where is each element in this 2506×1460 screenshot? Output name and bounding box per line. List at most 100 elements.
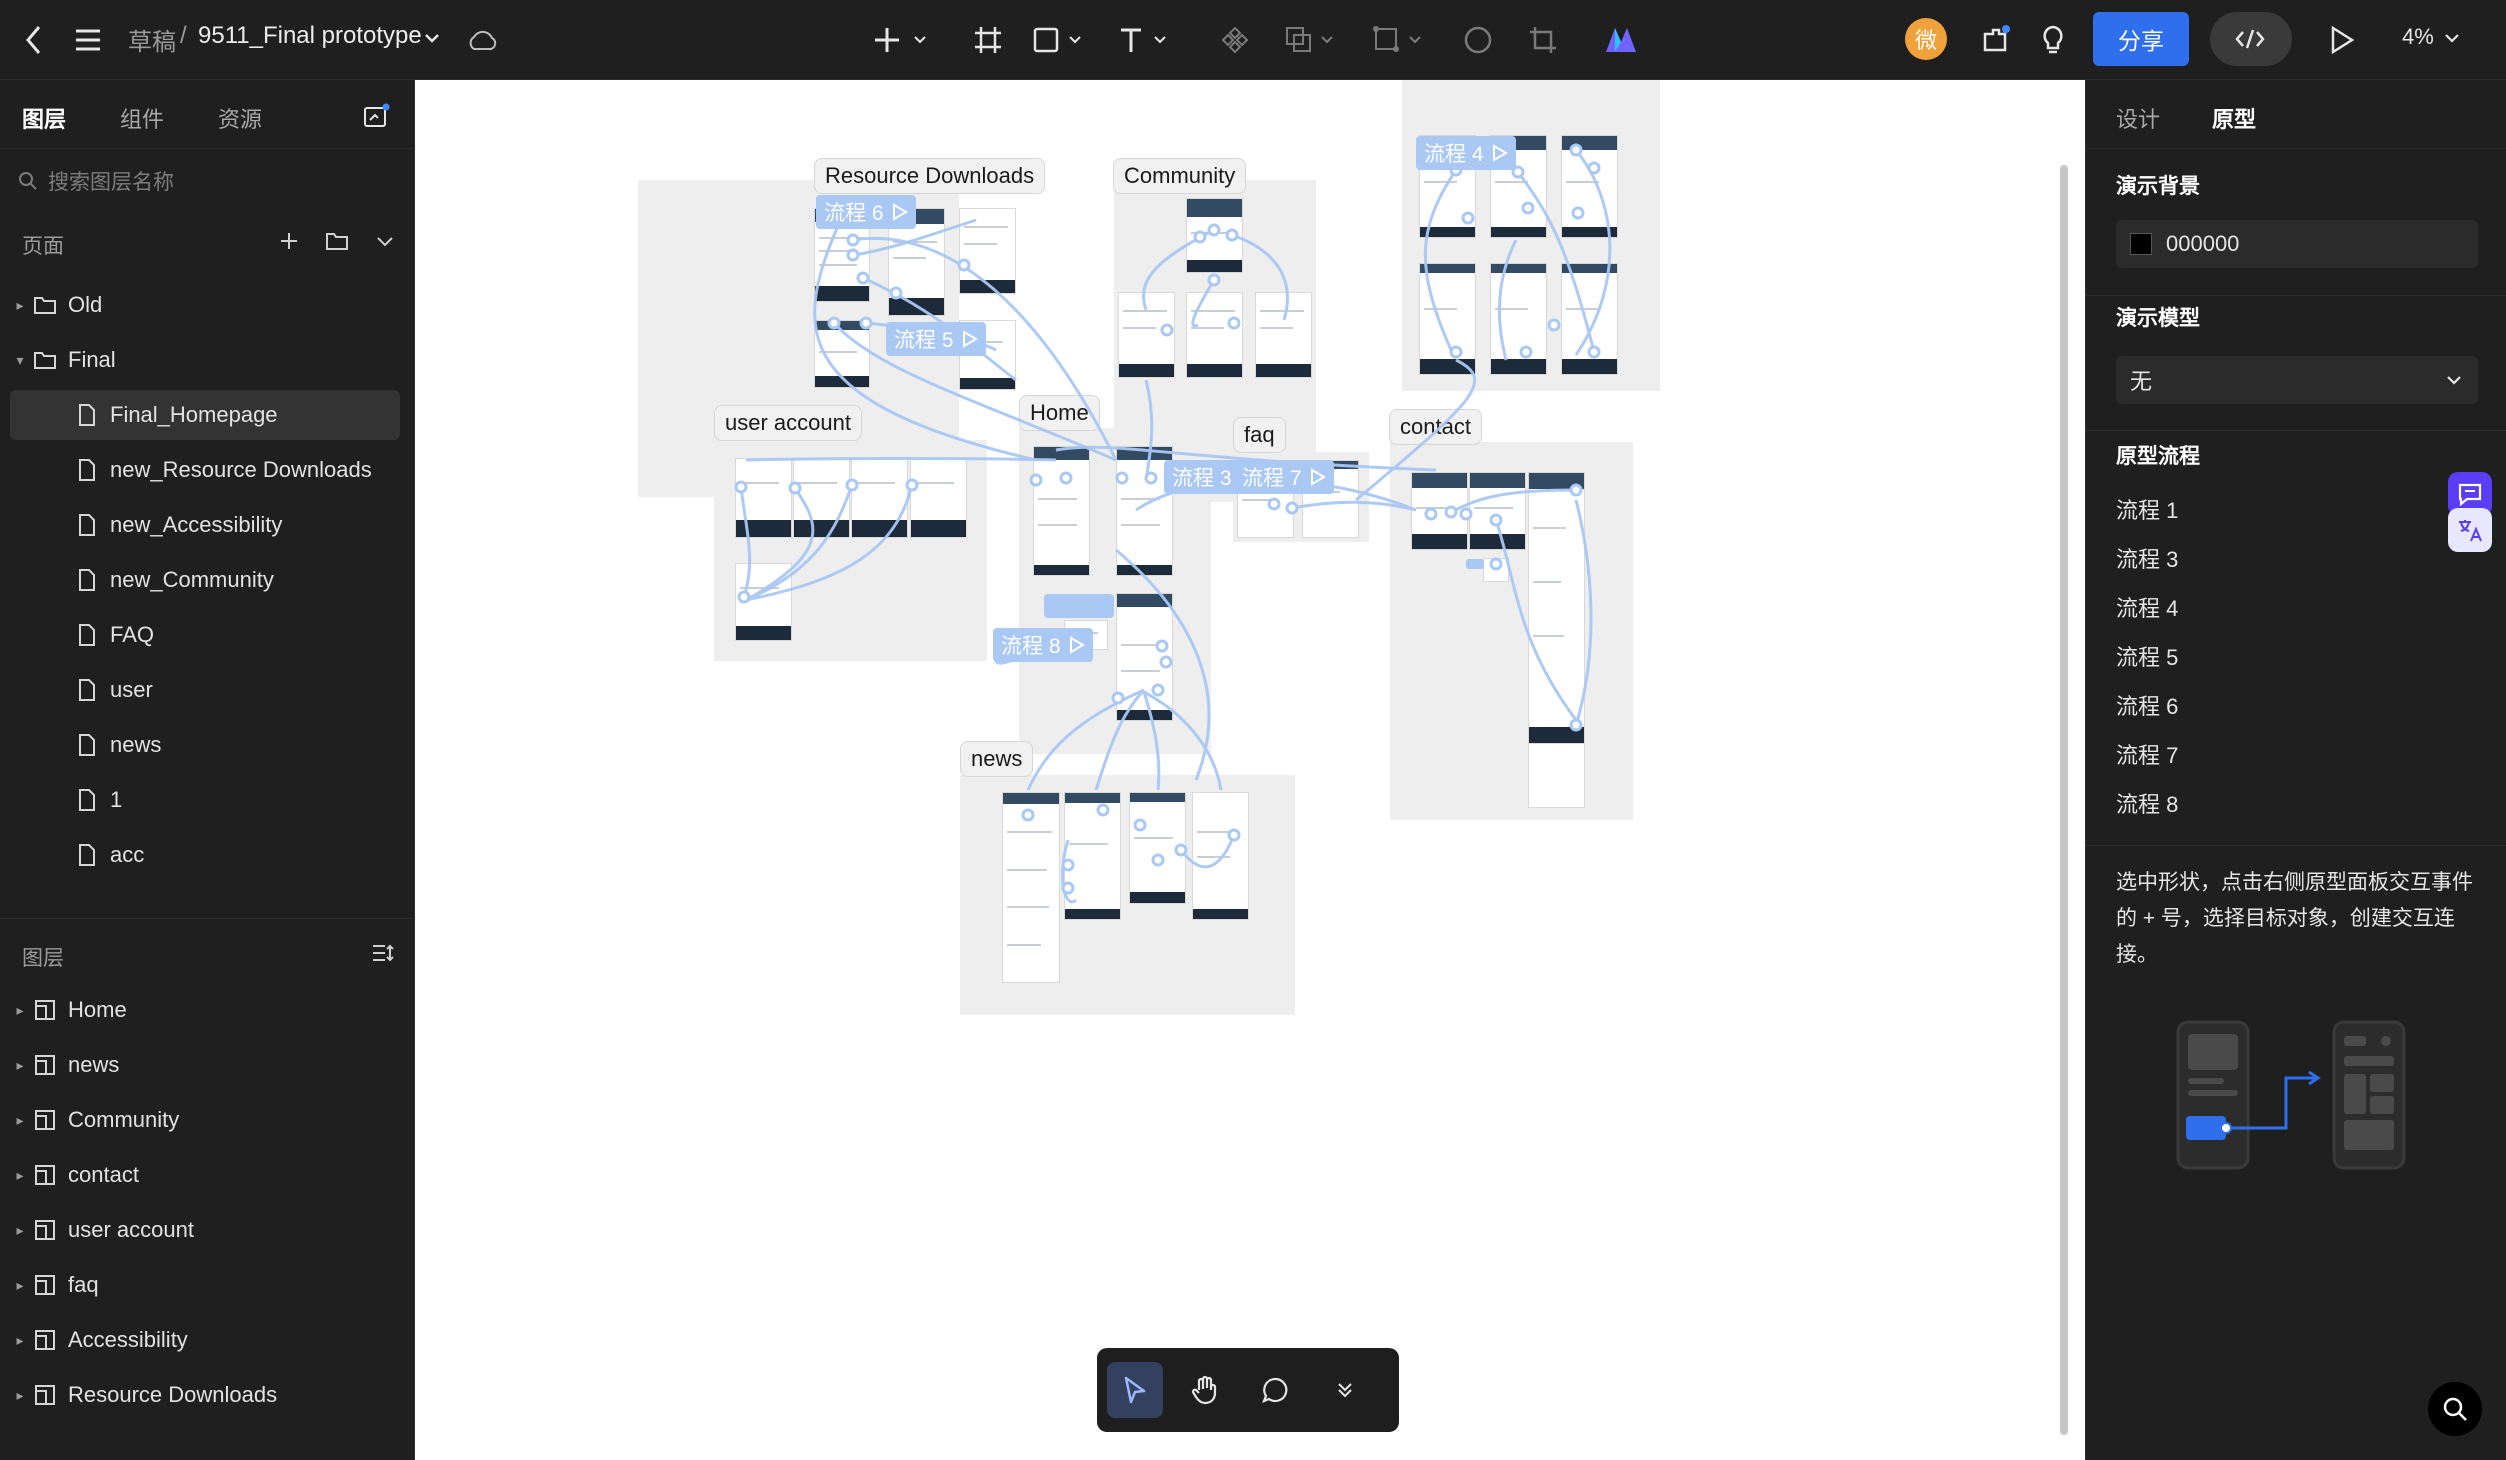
layer-search-input[interactable]: 搜索图层名称 xyxy=(18,162,398,200)
layer-home[interactable]: ▸ Home xyxy=(10,985,400,1035)
tab-design[interactable]: 设计 xyxy=(2116,102,2160,134)
flow-tag[interactable]: 流程 5 xyxy=(886,322,986,356)
dev-mode-toggle[interactable] xyxy=(2210,12,2292,66)
crop-tool-icon[interactable] xyxy=(1523,20,1563,60)
edit-board-icon[interactable] xyxy=(358,100,394,132)
layers-section-title: 图层 xyxy=(22,947,64,970)
caret-right-icon[interactable]: ▸ xyxy=(10,1387,30,1404)
component-tool-icon[interactable] xyxy=(1215,20,1255,60)
design-canvas[interactable]: Resource Downloads Community user accoun… xyxy=(416,80,2085,1460)
search-fab-button[interactable] xyxy=(2428,1382,2482,1436)
ai-logo-icon[interactable] xyxy=(1601,20,1641,60)
page-folder-old[interactable]: ▸ Old xyxy=(10,280,400,330)
flow-tag-collapsed[interactable] xyxy=(1044,594,1114,618)
page-label: FAQ xyxy=(110,622,155,647)
cursor-arrow-icon xyxy=(1124,1376,1146,1404)
right-panel: 设计 原型 演示背景 000000 演示模型 无 原型流程 流程 1 流程 3 … xyxy=(2085,80,2506,1460)
play-outline-icon[interactable] xyxy=(1492,144,1508,162)
chevron-down-icon[interactable] xyxy=(420,26,444,50)
layer-resource-downloads[interactable]: ▸ Resource Downloads xyxy=(10,1370,400,1420)
zoom-level[interactable]: 4% xyxy=(2402,24,2434,50)
tab-components[interactable]: 组件 xyxy=(120,102,164,134)
page-final-homepage[interactable]: Final_Homepage xyxy=(10,390,400,440)
flow-item[interactable]: 流程 8 xyxy=(2116,787,2178,819)
comment-bubble-icon xyxy=(1262,1377,1288,1403)
vertical-scrollbar[interactable] xyxy=(2060,165,2068,1435)
caret-right-icon[interactable]: ▸ xyxy=(10,297,30,314)
share-button[interactable]: 分享 xyxy=(2093,12,2189,66)
breadcrumb-root[interactable]: 草稿 xyxy=(128,22,176,57)
flow-item[interactable]: 流程 3 xyxy=(2116,542,2178,574)
insert-tool-button[interactable] xyxy=(868,20,938,60)
add-page-icon[interactable] xyxy=(274,226,304,256)
flow-tag[interactable]: 流程 6 xyxy=(816,195,916,229)
page-new-community[interactable]: new_Community xyxy=(10,555,400,605)
play-outline-icon[interactable] xyxy=(1069,636,1085,654)
layer-accessibility[interactable]: ▸ Accessibility xyxy=(10,1315,400,1365)
page-acc[interactable]: acc xyxy=(10,830,400,880)
comment-tool-button[interactable] xyxy=(1247,1362,1303,1418)
hand-tool-button[interactable] xyxy=(1177,1362,1233,1418)
flow-item[interactable]: 流程 6 xyxy=(2116,689,2178,721)
caret-right-icon[interactable]: ▸ xyxy=(10,1112,30,1129)
caret-right-icon[interactable]: ▸ xyxy=(10,1277,30,1294)
caret-right-icon[interactable]: ▸ xyxy=(10,1167,30,1184)
layer-contact[interactable]: ▸ contact xyxy=(10,1150,400,1200)
play-outline-icon[interactable] xyxy=(962,330,978,348)
caret-right-icon[interactable]: ▸ xyxy=(10,1057,30,1074)
mask-tool-button[interactable] xyxy=(1370,20,1430,60)
page-new-resource-downloads[interactable]: new_Resource Downloads xyxy=(10,445,400,495)
move-tool-button[interactable] xyxy=(1107,1362,1163,1418)
avatar[interactable]: 微 xyxy=(1905,18,1947,60)
flow-item[interactable]: 流程 5 xyxy=(2116,640,2178,672)
back-icon[interactable] xyxy=(14,20,54,60)
boolean-tool-button[interactable] xyxy=(1282,20,1342,60)
new-folder-icon[interactable] xyxy=(322,226,352,256)
zoom-chevron-down-icon[interactable] xyxy=(2442,28,2462,48)
caret-right-icon[interactable]: ▸ xyxy=(10,1002,30,1019)
layer-community[interactable]: ▸ Community xyxy=(10,1095,400,1145)
folder-icon xyxy=(30,293,60,317)
presentation-model-select[interactable]: 无 xyxy=(2116,356,2478,404)
page-news[interactable]: news xyxy=(10,720,400,770)
flow-tag[interactable]: 流程 8 xyxy=(993,628,1093,662)
flow-tag[interactable]: 流程 7 xyxy=(1234,460,1334,494)
left-panel: 图层 组件 资源 搜索图层名称 页面 ▸ Old ▾ Final Final_H… xyxy=(0,80,415,1460)
flow-item[interactable]: 流程 1 xyxy=(2116,493,2178,525)
file-name[interactable]: 9511_Final prototype xyxy=(198,22,422,50)
page-faq[interactable]: FAQ xyxy=(10,610,400,660)
play-outline-icon[interactable] xyxy=(892,203,908,221)
play-outline-icon[interactable] xyxy=(1310,468,1326,486)
color-swatch[interactable] xyxy=(2130,233,2152,255)
bg-color-value[interactable]: 000000 xyxy=(2166,231,2239,257)
tab-prototype[interactable]: 原型 xyxy=(2212,102,2256,134)
lightbulb-icon[interactable] xyxy=(2033,20,2073,60)
text-tool-button[interactable] xyxy=(1115,20,1175,60)
caret-right-icon[interactable]: ▸ xyxy=(10,1332,30,1349)
more-tools-button[interactable] xyxy=(1317,1362,1373,1418)
frame-tool-icon[interactable] xyxy=(968,20,1008,60)
caret-down-icon[interactable]: ▾ xyxy=(10,352,30,369)
flow-item[interactable]: 流程 7 xyxy=(2116,738,2178,770)
flow-tag[interactable]: 流程 4 xyxy=(1416,136,1516,170)
caret-right-icon[interactable]: ▸ xyxy=(10,1222,30,1239)
page-folder-final[interactable]: ▾ Final xyxy=(10,335,400,385)
collapse-pages-icon[interactable] xyxy=(370,226,400,256)
layer-user-account[interactable]: ▸ user account xyxy=(10,1205,400,1255)
play-icon[interactable] xyxy=(2322,20,2362,60)
layer-sort-icon[interactable] xyxy=(368,938,398,968)
layer-news[interactable]: ▸ news xyxy=(10,1040,400,1090)
ellipse-tool-icon[interactable] xyxy=(1458,20,1498,60)
menu-icon[interactable] xyxy=(68,20,108,60)
layer-faq[interactable]: ▸ faq xyxy=(10,1260,400,1310)
tab-layers[interactable]: 图层 xyxy=(22,102,66,134)
page-user[interactable]: user xyxy=(10,665,400,715)
tab-assets[interactable]: 资源 xyxy=(218,102,262,134)
page-1[interactable]: 1 xyxy=(10,775,400,825)
page-new-accessibility[interactable]: new_Accessibility xyxy=(10,500,400,550)
plugin-icon[interactable] xyxy=(1975,20,2015,60)
flow-item[interactable]: 流程 4 xyxy=(2116,591,2178,623)
rectangle-tool-button[interactable] xyxy=(1030,20,1090,60)
presentation-bg-color-field[interactable]: 000000 xyxy=(2116,220,2478,268)
translate-icon[interactable] xyxy=(2448,508,2492,552)
